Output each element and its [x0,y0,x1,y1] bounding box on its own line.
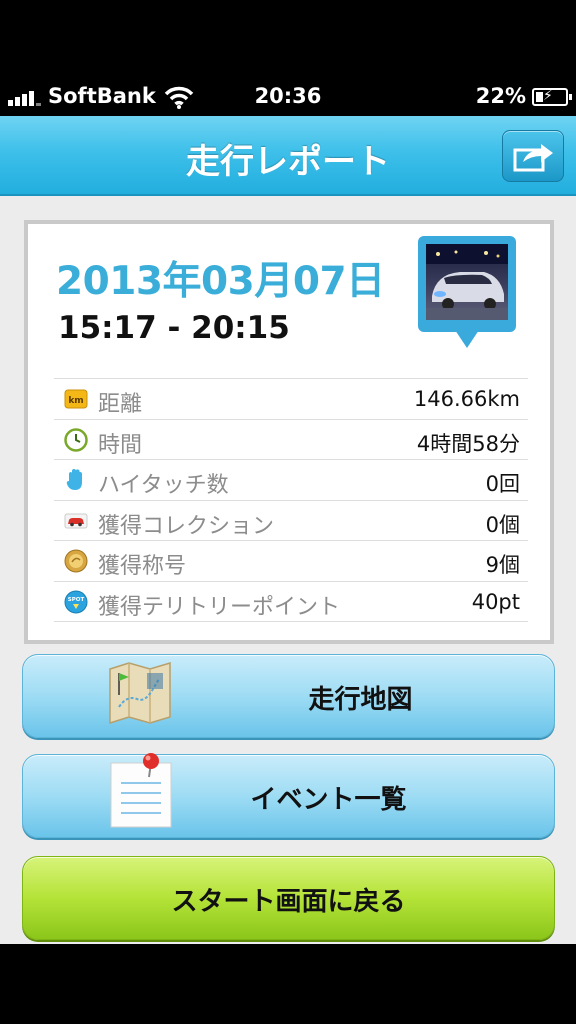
stat-row-time: 時間 4時間58分 [54,420,528,460]
driving-map-label: 走行地図 [308,685,413,715]
stats-list: km 距離 146.66km 時間 4時間58分 ハイタッチ数 0回 獲得コレク… [54,378,528,622]
stat-row-high-touch: ハイタッチ数 0回 [54,460,528,501]
bottom-bar [0,944,576,1024]
photo-pin[interactable] [418,236,516,352]
status-bar: SoftBank 20:36 22% ⚡ [0,78,576,116]
report-card: 2013年03月07日 15:17 - 20:15 km 距離 146.66km… [24,220,554,644]
car-icon [64,513,88,528]
carrier-name: SoftBank [48,84,156,108]
spot-icon: SPOT [64,590,88,613]
clock-icon [64,427,88,452]
battery-icon: ⚡ [532,88,572,106]
svg-text:km: km [68,396,83,406]
page-title: 走行レポート [186,142,390,182]
signal-strength-icon [8,90,41,106]
stat-row-distance: km 距離 146.66km [54,379,528,420]
content-area: 2013年03月07日 15:17 - 20:15 km 距離 146.66km… [0,196,576,944]
stat-row-titles: 獲得称号 9個 [54,541,528,582]
wifi-icon [164,86,194,109]
share-button[interactable] [502,130,564,182]
stat-row-collection: 獲得コレクション 0個 [54,501,528,541]
km-icon: km [64,389,88,409]
event-list-label: イベント一覧 [250,785,407,815]
report-date: 2013年03月07日 [56,259,385,304]
battery-percentage: 22% [475,84,526,108]
report-time-range: 15:17 - 20:15 [58,310,290,346]
navigation-bar: 走行レポート [0,116,576,196]
hand-icon [66,469,82,490]
back-to-start-button[interactable]: スタート画面に戻る [22,856,555,940]
car-photo [426,244,508,320]
event-list-button[interactable]: イベント一覧 [22,753,555,838]
svg-text:SPOT: SPOT [68,597,85,603]
medal-icon [64,549,88,573]
back-to-start-label: スタート画面に戻る [171,887,406,917]
stat-row-territory-points: SPOT 獲得テリトリーポイント 40pt [54,582,528,622]
driving-map-button[interactable]: 走行地図 [22,654,555,738]
share-arrow-icon [513,144,553,172]
